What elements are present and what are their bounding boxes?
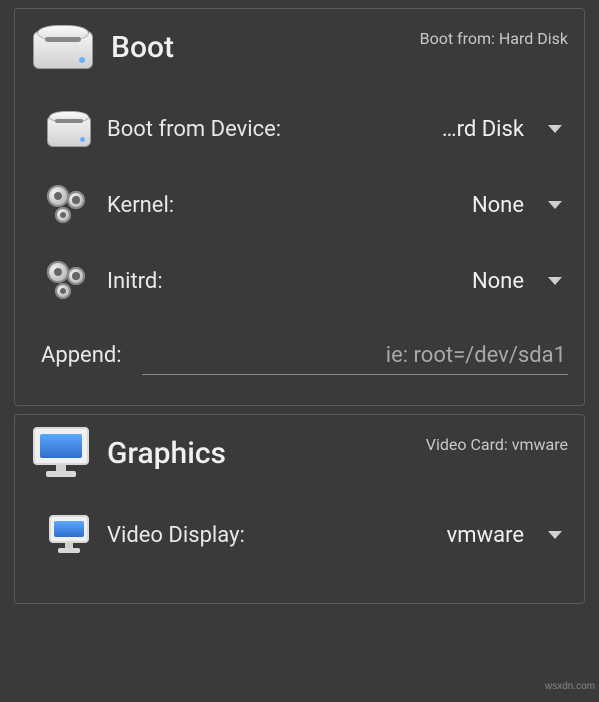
monitor-icon (31, 427, 91, 479)
append-input[interactable] (142, 337, 568, 375)
append-label: Append: (41, 343, 122, 368)
boot-section: Boot Boot from: Hard Disk Boot from Devi… (14, 8, 585, 406)
initrd-label: Initrd: (107, 269, 163, 294)
boot-header: Boot Boot from: Hard Disk (31, 21, 568, 73)
kernel-label: Kernel: (107, 193, 174, 218)
graphics-title: Graphics (107, 436, 226, 471)
kernel-value: None (462, 193, 524, 218)
gears-icon (45, 259, 93, 303)
monitor-icon (47, 515, 91, 555)
hard-disk-icon (31, 21, 95, 73)
graphics-summary-label: Video Card: (426, 435, 508, 454)
boot-summary-label: Boot from: (420, 29, 495, 48)
video-display-value: vmware (437, 523, 524, 548)
graphics-summary: Video Card: vmware (426, 435, 568, 454)
boot-title: Boot (111, 30, 174, 65)
graphics-summary-value: vmware (512, 435, 568, 454)
video-display-label: Video Display: (107, 523, 245, 548)
watermark: wsxdn.com (545, 681, 595, 692)
initrd-row[interactable]: Initrd: None (31, 253, 568, 309)
chevron-down-icon (548, 277, 562, 285)
chevron-down-icon (548, 531, 562, 539)
boot-device-row[interactable]: Boot from Device: …rd Disk (31, 101, 568, 157)
video-display-row[interactable]: Video Display: vmware (31, 507, 568, 563)
initrd-value: None (462, 269, 524, 294)
kernel-row[interactable]: Kernel: None (31, 177, 568, 233)
gears-icon (45, 183, 93, 227)
boot-device-label: Boot from Device: (107, 117, 281, 142)
hard-disk-icon (45, 109, 93, 149)
chevron-down-icon (548, 201, 562, 209)
graphics-header: Graphics Video Card: vmware (31, 427, 568, 479)
graphics-section: Graphics Video Card: vmware Video Displa… (14, 414, 585, 604)
append-row: Append: (31, 337, 568, 375)
boot-summary-value: Hard Disk (499, 29, 568, 48)
chevron-down-icon (548, 125, 562, 133)
boot-summary: Boot from: Hard Disk (420, 29, 568, 48)
settings-panel: Boot Boot from: Hard Disk Boot from Devi… (0, 8, 599, 604)
boot-device-value: …rd Disk (432, 117, 524, 142)
